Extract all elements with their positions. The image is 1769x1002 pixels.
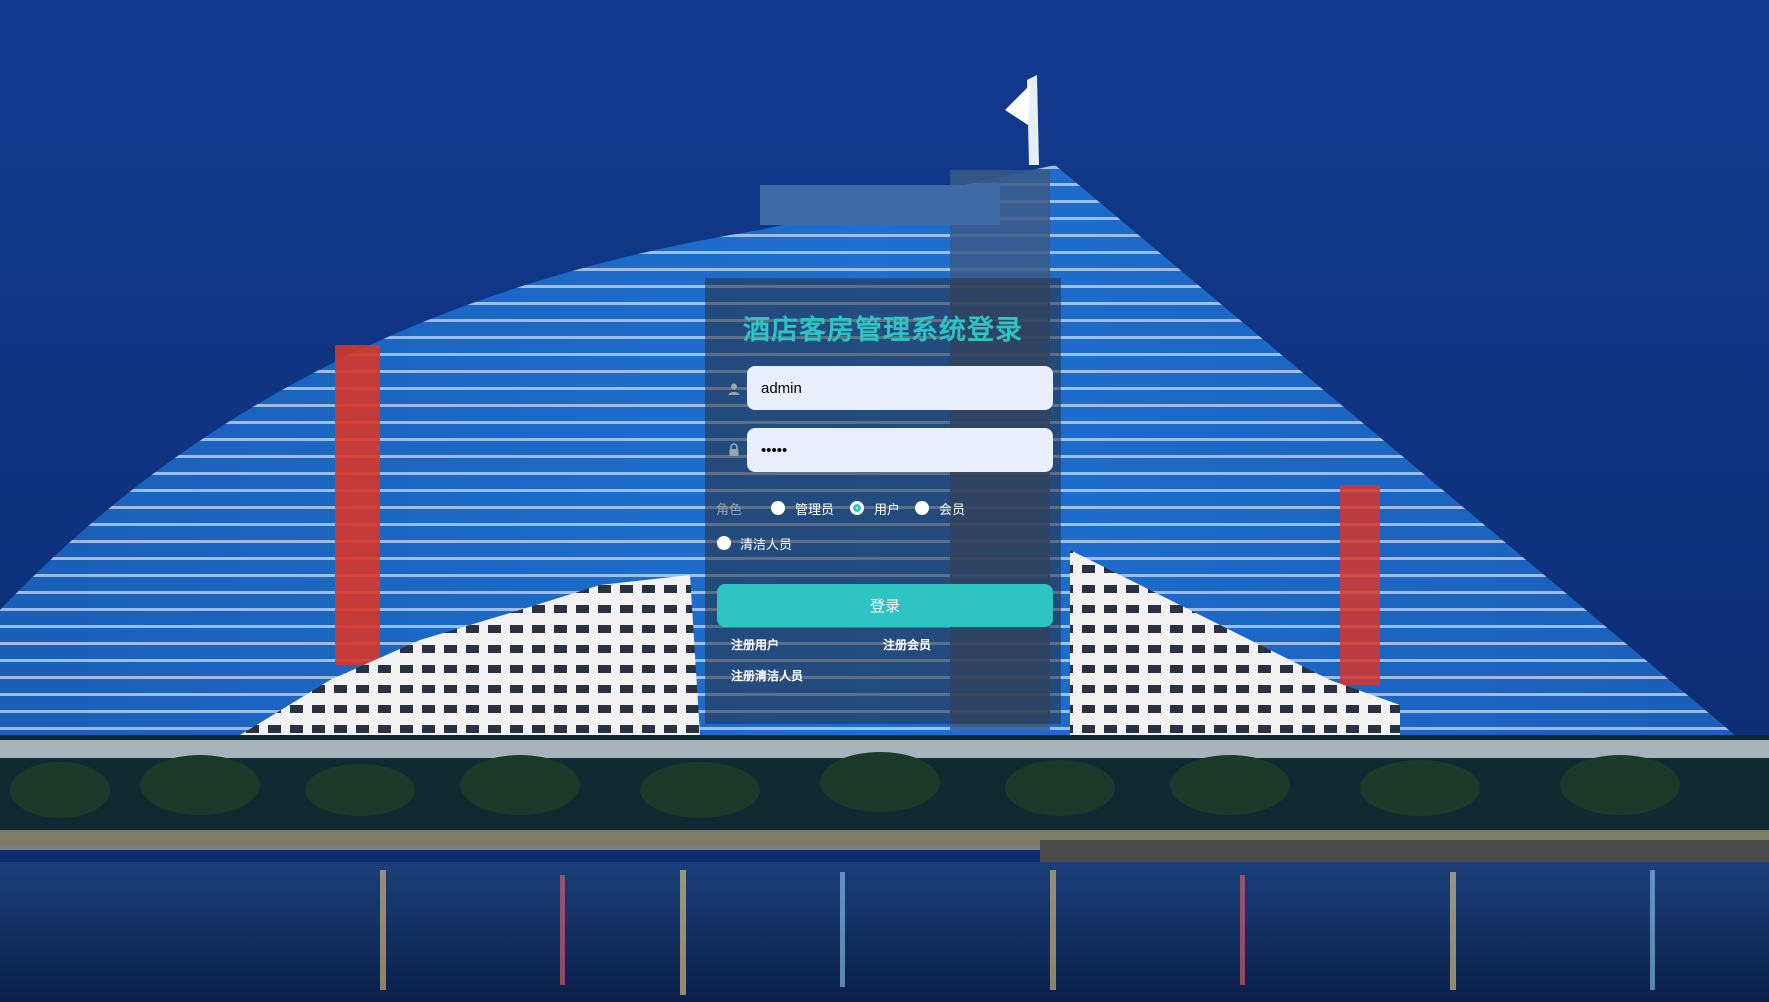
password-input[interactable]: [747, 428, 1053, 472]
login-button[interactable]: 登录: [717, 584, 1053, 627]
user-icon: [727, 381, 741, 395]
role-radio-user[interactable]: [850, 501, 864, 515]
role-option-label: 会员: [939, 503, 966, 518]
role-label: 角色: [716, 503, 743, 518]
role-radio-member[interactable]: [915, 501, 929, 515]
register-member-link[interactable]: 注册会员: [883, 636, 931, 653]
register-cleaner-link[interactable]: 注册清洁人员: [731, 667, 803, 684]
role-radio-cleaner[interactable]: [717, 536, 731, 550]
login-panel: 酒店客房管理系统登录 角色 管理员 用户 会员 清洁人员 登录 注册用户 注册会…: [705, 278, 1061, 724]
username-input[interactable]: [747, 366, 1053, 410]
register-user-link[interactable]: 注册用户: [731, 636, 779, 653]
role-option-label: 清洁人员: [740, 538, 793, 553]
role-option-label: 用户: [874, 503, 901, 518]
role-option-label: 管理员: [795, 503, 835, 518]
login-title: 酒店客房管理系统登录: [743, 315, 1023, 346]
role-radio-admin[interactable]: [771, 501, 785, 515]
lock-icon: [727, 442, 741, 456]
